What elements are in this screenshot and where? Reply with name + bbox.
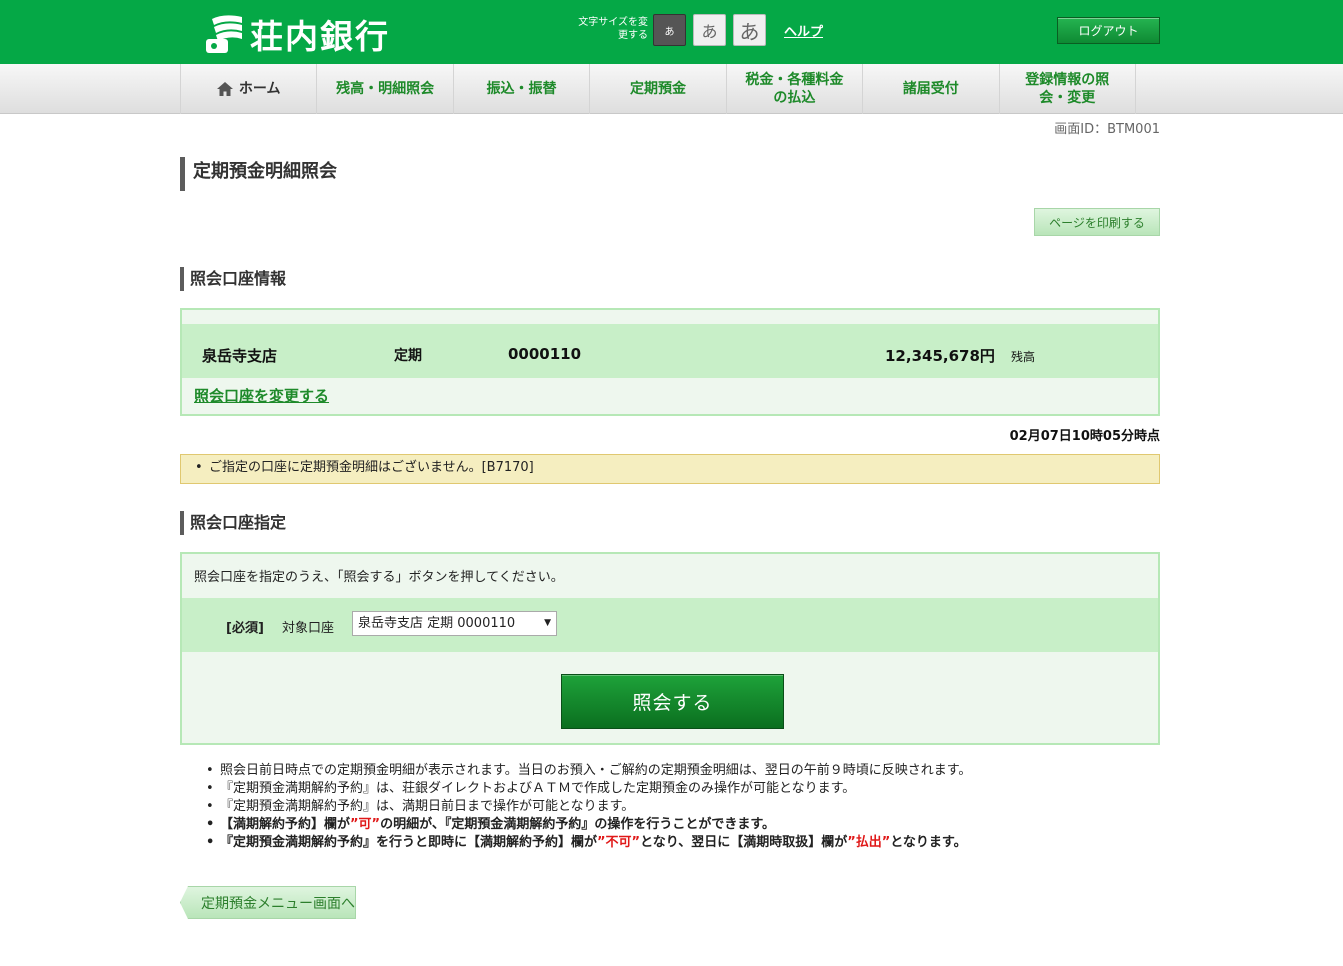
note-text: となります。 xyxy=(890,835,967,850)
query-description: 照会口座を指定のうえ、「照会する」ボタンを押してください。 xyxy=(194,570,564,585)
account-balance-label: 残高 xyxy=(1011,350,1036,364)
nav-item-label: 振込・振替 xyxy=(486,81,557,97)
selected-account: 泉岳寺支店 定期 0000110 xyxy=(358,616,516,631)
print-page-button[interactable]: ページを印刷する xyxy=(1034,208,1160,236)
nav-item-label: 定期預金 xyxy=(629,81,686,97)
bank-logo-icon xyxy=(204,13,244,55)
no-records-notice: ご指定の口座に定期預金明細はございません。[B7170] xyxy=(180,454,1160,484)
main-nav: ホーム 残高・明細照会 振込・振替 定期預金 税金・各種料金の払込 諸届受付 登… xyxy=(0,64,1343,114)
note-text: 【満期解約予約】欄が xyxy=(220,817,351,832)
notes-list: 照会日前日時点での定期預金明細が表示されます。当日のお預入・ご解約の定期預金明細… xyxy=(204,762,1164,852)
back-to-menu-button[interactable]: 定期預金メニュー画面へ xyxy=(180,886,356,919)
help-link[interactable]: ヘルプ xyxy=(784,21,823,40)
home-icon xyxy=(216,82,233,96)
account-number: 0000110 xyxy=(508,345,582,363)
account-info-row: 泉岳寺支店 定期 0000110 12,345,678円 残高 xyxy=(182,324,1158,378)
account-type: 定期 xyxy=(394,348,422,364)
note-highlight: ”払出” xyxy=(847,835,891,850)
nav-item-registration[interactable]: 登録情報の照会・変更 xyxy=(1000,64,1136,114)
nav-item-label: 諸届受付 xyxy=(902,81,959,97)
nav-item-notifications[interactable]: 諸届受付 xyxy=(863,64,1000,114)
account-balance: 12,345,678円 xyxy=(885,347,995,365)
target-account-label: 対象口座 xyxy=(282,621,335,636)
nav-item-label: 残高・明細照会 xyxy=(336,81,435,97)
change-account-link[interactable]: 照会口座を変更する xyxy=(194,385,329,406)
bank-name: 荘内銀行 xyxy=(250,17,390,56)
note-item: 【満期解約予約】欄が”可”の明細が、『定期預金満期解約予約』の操作を行うことがで… xyxy=(204,816,1164,834)
required-label: [必須] xyxy=(226,621,264,636)
account-info-panel: 泉岳寺支店 定期 0000110 12,345,678円 残高 照会口座を変更す… xyxy=(180,308,1160,416)
bank-logo[interactable]: 荘内銀行 xyxy=(204,10,390,58)
nav-item-label: 税金・各種料金の払込 xyxy=(745,72,844,106)
header-bar: 荘内銀行 文字サイズを変更する あ あ あ ヘルプ ログアウト xyxy=(0,0,1343,64)
screen-id: 画面ID：BTM001 xyxy=(1054,122,1160,137)
account-info-heading: 照会口座情報 xyxy=(180,267,286,291)
nav-item-tax-payment[interactable]: 税金・各種料金の払込 xyxy=(727,64,864,114)
note-item: 『定期預金満期解約予約』は、荘銀ダイレクトおよびＡＴＭで作成した定期預金のみ操作… xyxy=(204,780,1164,798)
note-item: 『定期預金満期解約予約』は、満期日前日まで操作が可能となります。 xyxy=(204,798,1164,816)
nav-item-label: ホーム xyxy=(238,81,281,97)
chevron-down-icon: ▼ xyxy=(544,618,551,628)
nav-item-home[interactable]: ホーム xyxy=(181,64,318,114)
query-panel: 照会口座を指定のうえ、「照会する」ボタンを押してください。 [必須] 対象口座 … xyxy=(180,552,1160,745)
query-account-heading: 照会口座指定 xyxy=(180,511,286,535)
query-submit-button[interactable]: 照会する xyxy=(561,674,784,729)
nav-item-transfer[interactable]: 振込・振替 xyxy=(454,64,591,114)
note-text: の明細が、『定期預金満期解約予約』の操作を行うことができます。 xyxy=(380,817,776,832)
note-highlight: ”不可” xyxy=(597,835,641,850)
note-highlight: ”可” xyxy=(350,817,381,832)
nav-item-label: 登録情報の照会・変更 xyxy=(1025,72,1110,106)
account-branch: 泉岳寺支店 xyxy=(202,347,278,365)
font-size-label: 文字サイズを変更する xyxy=(578,17,648,41)
note-text: 『定期預金満期解約予約』を行うと即時に【満期解約予約】欄が xyxy=(220,835,598,850)
font-size-large-button[interactable]: あ xyxy=(733,14,766,46)
target-account-select[interactable]: 泉岳寺支店 定期 0000110 ▼ xyxy=(352,611,557,636)
as-of-timestamp: 02月07日10時05分時点 xyxy=(1009,429,1160,444)
font-size-small-button[interactable]: あ xyxy=(653,14,686,46)
note-text: となり、翌日に【満期時取扱】欄が xyxy=(640,835,848,850)
page-title: 定期預金明細照会 xyxy=(180,157,337,191)
nav-item-time-deposit[interactable]: 定期預金 xyxy=(590,64,727,114)
query-form-row: [必須] 対象口座 泉岳寺支店 定期 0000110 ▼ xyxy=(182,598,1158,652)
font-size-medium-button[interactable]: あ xyxy=(693,14,726,46)
note-item: 『定期預金満期解約予約』を行うと即時に【満期解約予約】欄が”不可”となり、翌日に… xyxy=(204,834,1164,852)
nav-item-balance[interactable]: 残高・明細照会 xyxy=(317,64,454,114)
logout-button[interactable]: ログアウト xyxy=(1057,17,1160,44)
note-item: 照会日前日時点での定期預金明細が表示されます。当日のお預入・ご解約の定期預金明細… xyxy=(204,762,1164,780)
